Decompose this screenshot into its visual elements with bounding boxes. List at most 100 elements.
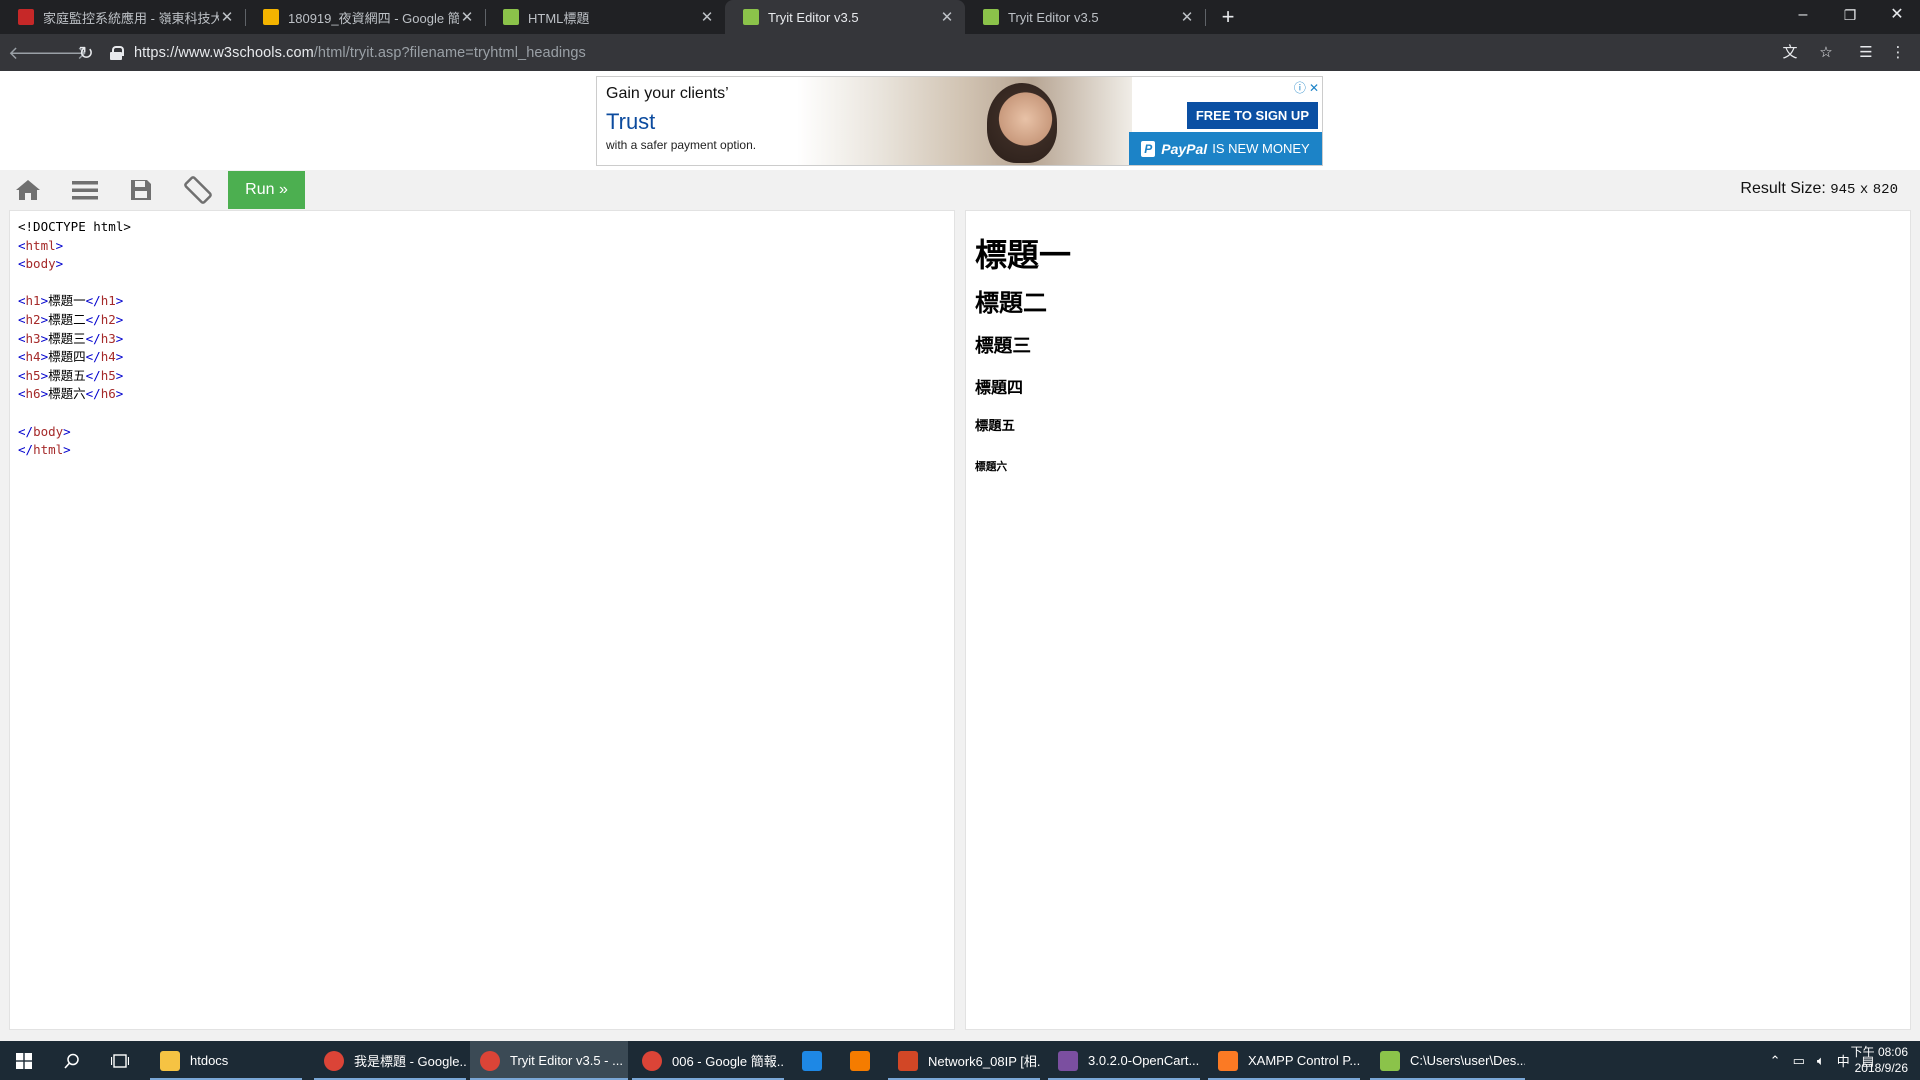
ad-choices-icon[interactable]: ⓘ ✕ (1294, 79, 1319, 96)
advertisement-banner[interactable]: Gain your clients’ Trust with a safer pa… (596, 76, 1323, 166)
code-token: > (55, 256, 64, 272)
menu-icon[interactable]: ⋮ (1884, 39, 1912, 67)
powerpoint-icon (898, 1050, 918, 1071)
taskbar-item[interactable]: 我是標題 - Google... (314, 1041, 466, 1080)
taskbar-item[interactable]: 3.0.2.0-OpenCart... (1048, 1041, 1200, 1080)
code-token: html (25, 237, 56, 253)
new-tab-button[interactable]: + (1215, 4, 1241, 30)
reload-button[interactable]: ↻ (72, 39, 100, 67)
start-button[interactable] (0, 1041, 48, 1080)
taskbar-item-label: 我是標題 - Google... (354, 1054, 466, 1069)
code-token: h2 (25, 311, 41, 327)
menu-button[interactable] (57, 170, 113, 210)
tab-close-icon[interactable]: ✕ (939, 8, 955, 26)
code-line: <h6>標題六</h6> (18, 385, 946, 404)
network-icon[interactable]: ▭ (1793, 1053, 1805, 1069)
browser-tab[interactable]: 家庭監控系統應用 - 嶺東科技大學 ✕ (0, 0, 245, 34)
tab-close-icon[interactable]: ✕ (219, 8, 235, 26)
tab-close-icon[interactable]: ✕ (459, 8, 475, 26)
taskbar-item[interactable]: C:\Users\user\Des... (1370, 1041, 1525, 1080)
code-token: 標題六 (48, 386, 86, 402)
result-heading-1: 標題一 (975, 236, 1072, 274)
volume-icon[interactable]: 🔈︎ (1817, 1053, 1825, 1069)
result-heading-4: 標題四 (975, 378, 1024, 397)
taskbar-item[interactable]: 006 - Google 簡報... (632, 1041, 784, 1080)
code-token: 標題一 (48, 293, 86, 309)
bookmark-star-icon[interactable]: ☆ (1812, 39, 1840, 67)
browser-tab[interactable]: HTML標題 ✕ (485, 0, 725, 34)
translate-icon[interactable]: 文 (1776, 39, 1804, 67)
taskbar-item[interactable]: Network6_08IP [相... (888, 1041, 1040, 1080)
system-clock[interactable]: 下午 08:06 2018/9/26 (1851, 1044, 1908, 1076)
taskbar-item[interactable] (792, 1041, 832, 1080)
chrome-icon (324, 1050, 344, 1071)
chrome-icon (642, 1050, 662, 1071)
code-token: > (115, 349, 124, 365)
ad-close-icon[interactable]: ✕ (1309, 81, 1319, 95)
code-token: < (18, 256, 26, 272)
code-token: > (115, 311, 124, 327)
ime-indicator[interactable]: 中 (1837, 1051, 1850, 1070)
taskbar-item[interactable] (840, 1041, 880, 1080)
tab-title: HTML標題 (528, 10, 590, 26)
tab-close-icon[interactable]: ✕ (699, 8, 715, 26)
rotate-button[interactable] (170, 170, 226, 210)
minimize-button[interactable]: – (1780, 0, 1826, 34)
web-page: Gain your clients’ Trust with a safer pa… (0, 71, 1920, 1041)
code-token: </ (18, 442, 34, 458)
url-path: /html/tryit.asp?filename=tryhtml_heading… (313, 45, 586, 61)
restore-button[interactable]: ❐ (1827, 0, 1873, 34)
code-token: > (40, 349, 49, 365)
code-token: h3 (100, 330, 116, 346)
code-editor[interactable]: <!DOCTYPE html> <html> <body> <h1>標題一</h1> <… (9, 210, 955, 1030)
tab-close-icon[interactable]: ✕ (1179, 8, 1195, 26)
ad-brand-tagline: IS NEW MONEY (1212, 141, 1310, 156)
ad-paypal-banner[interactable]: P PayPal IS NEW MONEY (1129, 132, 1322, 165)
address-bar[interactable]: https://www.w3schools.com/html/tryit.asp… (110, 39, 1780, 67)
code-token: </ (18, 423, 34, 439)
browser-tab[interactable]: 180919_夜資網四 - Google 簡報 ✕ (245, 0, 485, 34)
chrome-icon (480, 1050, 500, 1071)
taskbar-item-label: C:\Users\user\Des... (1410, 1053, 1525, 1068)
tray-chevron-icon[interactable]: ⌃ (1770, 1053, 1781, 1069)
code-token: > (115, 386, 124, 402)
code-token: < (18, 367, 26, 383)
tab-title: Tryit Editor v3.5 (1008, 9, 1099, 25)
code-token: > (40, 311, 49, 327)
code-line: </html> (18, 441, 946, 460)
taskbar-item-label: Network6_08IP [相... (928, 1054, 1040, 1069)
code-token: h6 (100, 386, 116, 402)
forward-button[interactable]: 🡒 (39, 39, 87, 67)
code-token: </ (85, 311, 101, 327)
code-token: > (55, 237, 64, 253)
code-token: 標題二 (48, 311, 86, 327)
code-token: < (18, 349, 26, 365)
favicon-icon (18, 9, 34, 25)
code-token: < (18, 237, 26, 253)
taskbar-item[interactable]: XAMPP Control P... (1208, 1041, 1360, 1080)
code-line: <body> (18, 255, 946, 274)
code-token: > (115, 367, 124, 383)
media-player-icon (850, 1050, 870, 1071)
taskbar-item[interactable]: htdocs (150, 1041, 302, 1080)
code-token: > (40, 386, 49, 402)
browser-tab-active[interactable]: Tryit Editor v3.5 ✕ (725, 0, 965, 34)
home-button[interactable] (0, 170, 56, 210)
ad-signup-button[interactable]: FREE TO SIGN UP (1186, 102, 1318, 129)
search-icon (64, 1053, 79, 1069)
result-size: Result Size: 945 x 820 (1740, 180, 1898, 198)
taskbar-item[interactable]: Tryit Editor v3.5 - ... (470, 1041, 628, 1080)
notepad-icon (1380, 1050, 1400, 1071)
code-token: html (33, 442, 64, 458)
task-view-button[interactable] (96, 1041, 144, 1080)
save-button[interactable] (113, 170, 169, 210)
search-button[interactable] (48, 1041, 96, 1080)
extension-icon[interactable]: ☰ (1852, 39, 1880, 67)
code-token: 標題三 (48, 330, 86, 346)
browser-tab[interactable]: Tryit Editor v3.5 ✕ (965, 0, 1205, 34)
taskbar-item-label: 3.0.2.0-OpenCart... (1088, 1053, 1200, 1068)
run-button[interactable]: Run » (228, 171, 305, 209)
close-window-button[interactable]: ✕ (1874, 0, 1920, 34)
back-button[interactable]: 🡐 (8, 39, 56, 67)
rotate-icon (184, 176, 212, 204)
